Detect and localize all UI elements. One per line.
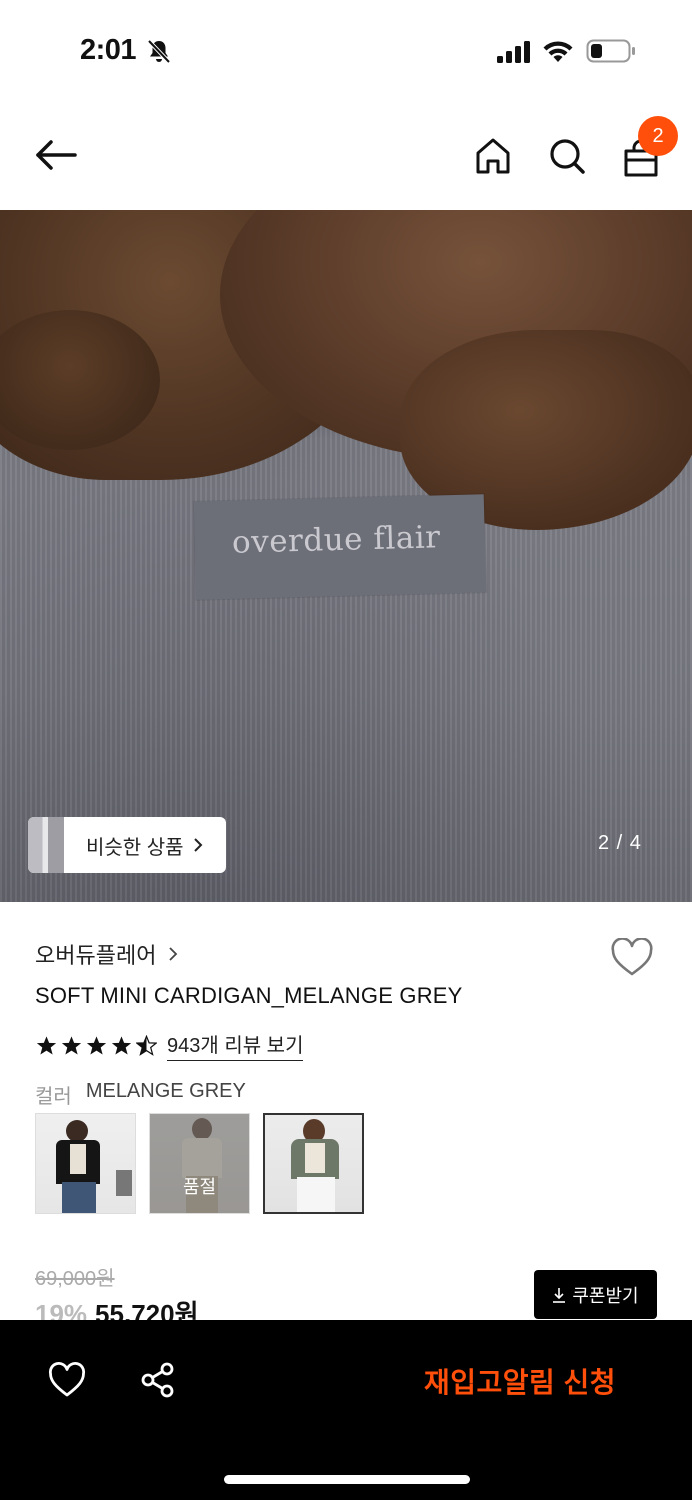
chevron-right-icon (193, 838, 202, 852)
image-page-indicator: 2 / 4 (598, 832, 642, 854)
soldout-label: 품절 (182, 1177, 217, 1197)
star-icon (36, 1035, 57, 1055)
home-icon[interactable] (474, 136, 512, 176)
signal-icon (497, 41, 530, 63)
similar-products-label: 비슷한 상품 (86, 836, 184, 859)
bell-slash-icon (147, 39, 171, 64)
swatch-photo (297, 1177, 335, 1212)
product-title: SOFT MINI CARDIGAN_MELANGE GREY (35, 983, 463, 1008)
color-value: MELANGE GREY (85, 1080, 246, 1102)
swatch-photo (70, 1144, 86, 1174)
status-time: 2:01 (80, 34, 137, 66)
clothing-label-text: overdue flair (231, 519, 441, 561)
swatch-photo (62, 1182, 96, 1213)
color-swatch-selected[interactable] (263, 1113, 364, 1214)
status-bar: 2:01 (0, 0, 692, 100)
battery-icon (586, 39, 635, 63)
top-nav (0, 100, 692, 210)
chevron-right-icon (169, 947, 178, 961)
download-icon (553, 1287, 566, 1303)
similar-product-thumbnail (28, 817, 64, 873)
home-indicator[interactable] (224, 1475, 470, 1484)
heart-outline-icon[interactable] (48, 1362, 86, 1398)
star-icon (111, 1035, 132, 1055)
share-icon[interactable] (139, 1361, 177, 1399)
reviews-link[interactable]: 943개 리뷰 보기 (167, 1029, 304, 1061)
swatch-photo (116, 1170, 132, 1196)
heart-outline-icon[interactable] (610, 938, 654, 978)
color-key: 컬러 (35, 1086, 72, 1108)
bottom-action-bar: 재입고알림 신청 (0, 1320, 692, 1500)
coupon-button[interactable]: 쿠폰받기 (534, 1270, 657, 1319)
swatch-photo (305, 1143, 325, 1173)
star-icon (86, 1035, 107, 1055)
swatch-photo (66, 1120, 88, 1142)
back-arrow-icon[interactable] (34, 138, 78, 172)
restock-alert-button[interactable]: 재입고알림 신청 (400, 1358, 640, 1404)
product-image[interactable]: overdue flair (0, 210, 692, 902)
star-icon (61, 1035, 82, 1055)
color-swatch[interactable] (35, 1113, 136, 1214)
brand-name: 오버듀플레어 (35, 943, 157, 968)
star-rating (36, 1034, 157, 1056)
wifi-icon (543, 41, 573, 62)
search-icon[interactable] (548, 136, 586, 176)
soldout-overlay: 품절 (150, 1114, 249, 1213)
cart-count-badge: 2 (638, 116, 678, 156)
rating-row: 943개 리뷰 보기 (36, 1029, 304, 1061)
coupon-label: 쿠폰받기 (572, 1285, 639, 1306)
color-swatch-soldout[interactable]: 품절 (149, 1113, 250, 1214)
original-price: 69,000원 (35, 1268, 115, 1290)
brand-link[interactable]: 오버듀플레어 (35, 938, 178, 970)
color-row: 컬러 MELANGE GREY (35, 1080, 246, 1109)
color-swatches: 품절 (35, 1113, 364, 1214)
half-star-icon (136, 1034, 157, 1056)
similar-products-button[interactable]: 비슷한 상품 (28, 817, 226, 873)
